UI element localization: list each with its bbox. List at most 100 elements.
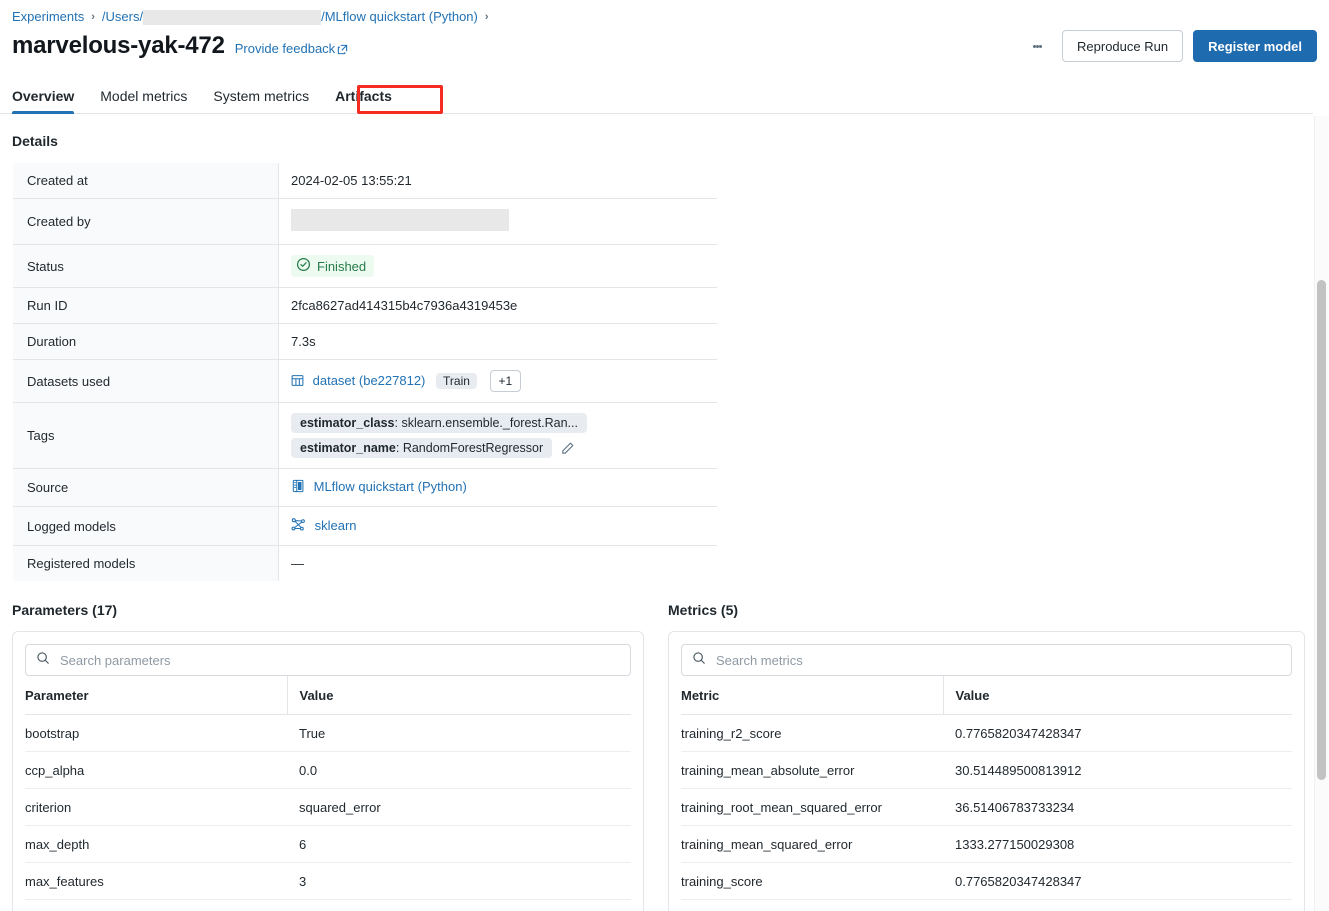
- parameters-search-box[interactable]: [25, 644, 631, 676]
- tab-overview[interactable]: Overview: [12, 88, 75, 114]
- tag-pill-estimator-class: estimator_class: sklearn.ensemble._fores…: [291, 413, 587, 433]
- reproduce-run-button[interactable]: Reproduce Run: [1062, 30, 1184, 62]
- details-value-tags: estimator_class: sklearn.ensemble._fores…: [278, 402, 717, 469]
- parameter-value: 0.0: [287, 751, 631, 789]
- created-by-redacted: [291, 209, 509, 231]
- parameter-value: 3: [287, 862, 631, 900]
- details-label-run-id: Run ID: [13, 287, 279, 324]
- details-row-run-id: Run ID 2fca8627ad414315b4c7936a4319453e: [13, 287, 717, 324]
- search-parameters-input[interactable]: [58, 651, 620, 669]
- details-row-tags: Tags estimator_class: sklearn.ensemble._…: [13, 402, 717, 469]
- details-row-source: Source MLflow quickstart (Python): [13, 468, 717, 507]
- metric-value: 0.7765820347428347: [943, 862, 1292, 900]
- table-row: training_r2_score 0.7765820347428347: [681, 714, 1292, 752]
- metrics-panel: Metric Value training_r2_score 0.7765820…: [668, 631, 1305, 911]
- metric-name-link[interactable]: training_root_mean_squared_error: [681, 788, 943, 826]
- table-row: bootstrap True: [25, 714, 631, 752]
- pencil-icon[interactable]: [560, 441, 575, 456]
- metrics-table-wrap: Metric Value training_r2_score 0.7765820…: [669, 676, 1304, 900]
- tag-key-estimator-name: estimator_name: [300, 441, 396, 455]
- parameters-section-title: Parameters (17): [12, 602, 118, 618]
- tag-key-estimator-class: estimator_class: [300, 416, 395, 430]
- details-section: Details Created at 2024-02-05 13:55:21 C…: [12, 133, 718, 582]
- tab-bar: Overview Model metrics System metrics Ar…: [0, 84, 1313, 114]
- details-label-duration: Duration: [13, 323, 279, 360]
- title-row: marvelous-yak-472 Provide feedback: [12, 32, 348, 60]
- breadcrumb-item-experiments[interactable]: Experiments: [12, 8, 84, 26]
- logged-model-link[interactable]: sklearn: [315, 518, 357, 533]
- details-value-run-id: 2fca8627ad414315b4c7936a4319453e: [278, 287, 717, 324]
- run-details-page: Experiments › /Users/ /MLflow quickstart…: [0, 0, 1329, 911]
- details-row-created-by: Created by: [13, 198, 717, 245]
- table-row: training_root_mean_squared_error 36.5140…: [681, 788, 1292, 826]
- parameters-panel: Parameter Value bootstrap True ccp_alpha…: [12, 631, 644, 911]
- page-scrollbar-track[interactable]: [1314, 116, 1329, 911]
- tag-row-estimator-name: estimator_name: RandomForestRegressor: [291, 438, 705, 458]
- details-row-created-at: Created at 2024-02-05 13:55:21: [13, 163, 717, 199]
- register-model-button[interactable]: Register model: [1193, 30, 1317, 62]
- parameter-name: max_features: [25, 862, 287, 900]
- kebab-dot-3: [1038, 44, 1042, 48]
- tab-model-metrics[interactable]: Model metrics: [100, 88, 187, 113]
- details-value-status: Finished: [278, 244, 717, 288]
- metric-name-link[interactable]: training_mean_squared_error: [681, 825, 943, 863]
- metric-value: 0.7765820347428347: [943, 714, 1292, 752]
- parameter-name: ccp_alpha: [25, 751, 287, 789]
- metric-value: 1333.277150029308: [943, 825, 1292, 863]
- details-value-created-by: [278, 198, 717, 245]
- dataset-more-button[interactable]: +1: [489, 370, 522, 392]
- provide-feedback-label: Provide feedback: [234, 41, 336, 56]
- details-value-source: MLflow quickstart (Python): [278, 468, 717, 507]
- metrics-header-row: Metric Value: [681, 676, 1292, 715]
- dataset-split-tag: Train: [436, 373, 477, 389]
- source-link[interactable]: MLflow quickstart (Python): [314, 479, 467, 494]
- tab-system-metrics[interactable]: System metrics: [213, 88, 309, 113]
- details-label-status: Status: [13, 244, 279, 288]
- table-icon: [291, 374, 304, 390]
- search-icon: [692, 651, 706, 670]
- details-label-created-by: Created by: [13, 198, 279, 245]
- parameter-value: 6: [287, 825, 631, 863]
- details-value-logged-models: sklearn: [278, 506, 717, 546]
- search-icon: [36, 651, 50, 670]
- table-row: max_features 3: [25, 862, 631, 900]
- parameter-name: criterion: [25, 788, 287, 826]
- breadcrumb-separator-icon: ›: [91, 11, 95, 23]
- parameters-search-wrap: [13, 632, 643, 676]
- more-vertical-icon[interactable]: [1022, 30, 1052, 62]
- page-title: marvelous-yak-472: [12, 32, 225, 59]
- table-row: training_mean_squared_error 1333.2771500…: [681, 825, 1292, 863]
- table-row: criterion squared_error: [25, 788, 631, 826]
- tag-colon-2: :: [395, 441, 403, 455]
- breadcrumb-item-users[interactable]: /Users/: [102, 8, 143, 26]
- parameter-value: squared_error: [287, 788, 631, 826]
- metric-name-link[interactable]: training_mean_absolute_error: [681, 751, 943, 789]
- details-label-source: Source: [13, 468, 279, 507]
- details-row-datasets: Datasets used dataset (be227812) Train +…: [13, 359, 717, 403]
- breadcrumb-item-experiment[interactable]: /MLflow quickstart (Python): [321, 8, 478, 26]
- details-row-status: Status Finished: [13, 244, 717, 288]
- metrics-search-box[interactable]: [681, 644, 1292, 676]
- status-badge: Finished: [291, 255, 375, 277]
- details-row-registered-models: Registered models —: [13, 545, 717, 581]
- details-label-datasets: Datasets used: [13, 359, 279, 403]
- metrics-col-value: Value: [942, 676, 1292, 715]
- page-scrollbar-thumb[interactable]: [1317, 280, 1326, 780]
- parameters-header-row: Parameter Value: [25, 676, 631, 715]
- tag-value-estimator-class: sklearn.ensemble._forest.Ran...: [401, 416, 578, 430]
- provide-feedback-link[interactable]: Provide feedback: [235, 41, 348, 56]
- metric-name-link[interactable]: training_r2_score: [681, 714, 943, 752]
- search-metrics-input[interactable]: [714, 651, 1281, 669]
- dataset-link[interactable]: dataset (be227812): [313, 373, 426, 388]
- metric-name-link[interactable]: training_score: [681, 862, 943, 900]
- parameter-name: max_depth: [25, 825, 287, 863]
- parameters-section: Parameters (17) Para: [12, 602, 644, 911]
- metrics-section-title: Metrics (5): [668, 602, 739, 618]
- details-label-logged-models: Logged models: [13, 506, 279, 546]
- details-label-tags: Tags: [13, 402, 279, 469]
- table-row: training_score 0.7765820347428347: [681, 862, 1292, 900]
- details-value-created-at: 2024-02-05 13:55:21: [278, 163, 717, 199]
- tab-artifacts[interactable]: Artifacts: [335, 88, 392, 113]
- parameters-table: Parameter Value bootstrap True ccp_alpha…: [25, 676, 631, 900]
- details-label-created-at: Created at: [13, 163, 279, 199]
